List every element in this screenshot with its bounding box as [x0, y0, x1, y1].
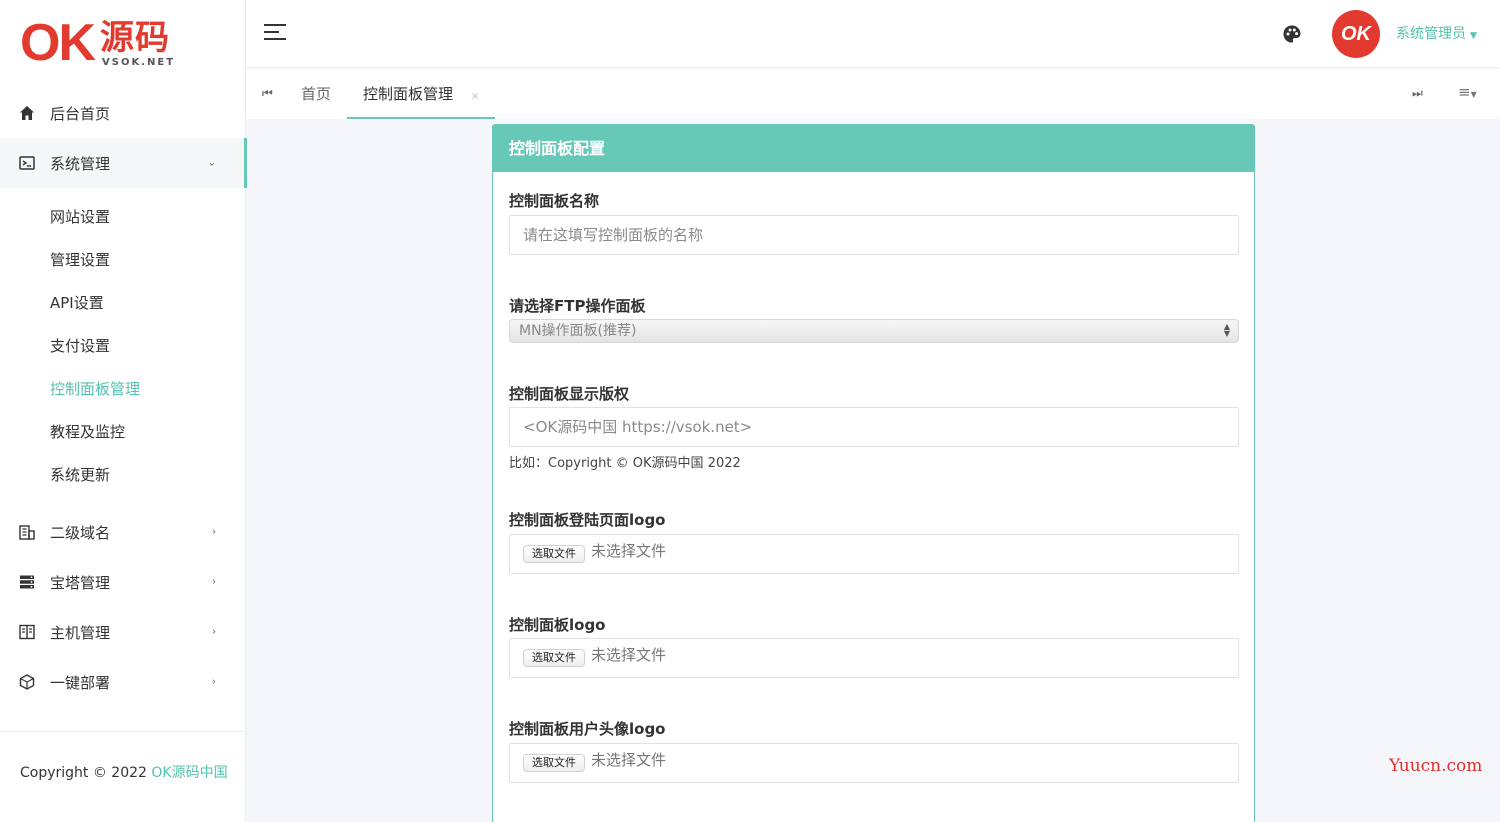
logo-subtitle: VSOK.NET	[102, 57, 176, 68]
sidebar-subitem-panel-management[interactable]: 控制面板管理	[0, 368, 246, 411]
copyright-label: 控制面板显示版权	[509, 385, 630, 403]
panel-title: 控制面板配置	[493, 125, 1254, 172]
avatar-logo-label: 控制面板用户头像logo	[509, 720, 666, 738]
terminal-icon	[18, 154, 36, 172]
panel-name-label: 控制面板名称	[509, 192, 600, 210]
sidebar-item-label: 系统管理	[50, 154, 111, 173]
sidebar-subitem-tutorial-monitor[interactable]: 教程及监控	[0, 411, 246, 454]
sidebar: OK 源码 VSOK.NET 后台首页 系统管理 ⌄ 网站设置 管理设置 API…	[0, 0, 247, 822]
file-status: 未选择文件	[591, 646, 667, 664]
menu-toggle-icon[interactable]	[264, 24, 286, 42]
ftp-panel-selected: MN操作面板(推荐)	[519, 323, 637, 339]
sidebar-subitem-payment-settings[interactable]: 支付设置	[0, 325, 246, 368]
caret-down-icon: ▼	[1470, 31, 1477, 41]
sidebar-item-host[interactable]: 主机管理 ›	[0, 607, 246, 657]
top-header: OK 系统管理员 ▼	[246, 0, 1500, 68]
chevron-right-icon: ›	[212, 626, 216, 638]
choose-file-button[interactable]: 选取文件	[523, 754, 585, 772]
building-icon	[18, 523, 36, 541]
sidebar-nav: 后台首页 系统管理 ⌄ 网站设置 管理设置 API设置 支付设置 控制面板管理 …	[0, 88, 247, 707]
sidebar-item-baota[interactable]: 宝塔管理 ›	[0, 557, 246, 607]
login-logo-label: 控制面板登陆页面logo	[509, 511, 666, 529]
choose-file-button[interactable]: 选取文件	[523, 545, 585, 563]
panel-config-card: 控制面板配置 控制面板名称 请在这填写控制面板的名称 请选择FTP操作面板 MN…	[492, 124, 1255, 822]
chevron-right-icon: ›	[212, 676, 216, 688]
sidebar-item-subdomain[interactable]: 二级域名 ›	[0, 507, 246, 557]
avatar-logo-file-input[interactable]: 选取文件 未选择文件	[509, 743, 1239, 783]
chevron-down-icon: ⌄	[207, 157, 216, 169]
home-icon	[18, 104, 36, 122]
login-logo-file-input[interactable]: 选取文件 未选择文件	[509, 534, 1239, 574]
sidebar-item-home[interactable]: 后台首页	[0, 88, 246, 138]
sidebar-subitem-admin-settings[interactable]: 管理设置	[0, 239, 246, 282]
panel-logo-file-input[interactable]: 选取文件 未选择文件	[509, 638, 1239, 678]
close-icon[interactable]: ×	[471, 91, 479, 102]
host-icon	[18, 623, 36, 641]
site-logo[interactable]: OK 源码 VSOK.NET	[20, 14, 176, 72]
tab-bar: ⏮ 首页 控制面板管理 × ⏭ ≡▼	[246, 69, 1500, 119]
file-status: 未选择文件	[591, 542, 667, 560]
watermark: Yuucn.com	[1389, 756, 1483, 776]
tab-home[interactable]: 首页	[301, 69, 331, 119]
tab-panel-management[interactable]: 控制面板管理 ×	[347, 69, 495, 119]
select-arrows-icon: ▲ ▼	[1223, 322, 1230, 338]
ftp-panel-select[interactable]: MN操作面板(推荐) ▲ ▼	[509, 319, 1239, 343]
tabs-menu-icon[interactable]: ≡▼	[1458, 83, 1477, 101]
sidebar-footer: Copyright © 2022 OK源码中国	[0, 731, 246, 822]
tab-label: 控制面板管理	[363, 85, 454, 103]
sidebar-item-label: 宝塔管理	[50, 573, 111, 592]
panel-name-input[interactable]: 请在这填写控制面板的名称	[509, 215, 1239, 255]
sidebar-item-label: 一键部署	[50, 673, 111, 692]
cube-icon	[18, 673, 36, 691]
sidebar-subitem-api-settings[interactable]: API设置	[0, 282, 246, 325]
sidebar-item-deploy[interactable]: 一键部署 ›	[0, 657, 246, 707]
user-name: 系统管理员	[1396, 26, 1466, 42]
palette-icon[interactable]	[1282, 24, 1302, 44]
logo-name: 源码	[100, 18, 170, 58]
server-icon	[18, 573, 36, 591]
user-menu[interactable]: 系统管理员 ▼	[1396, 23, 1477, 43]
copyright-hint: 比如：Copyright © OK源码中国 2022	[509, 456, 741, 471]
copyright-input[interactable]: <OK源码中国 https://vsok.net>	[509, 407, 1239, 447]
sidebar-submenu: 网站设置 管理设置 API设置 支付设置 控制面板管理 教程及监控 系统更新	[0, 188, 246, 507]
sidebar-subitem-system-update[interactable]: 系统更新	[0, 454, 246, 497]
sidebar-item-system[interactable]: 系统管理 ⌄	[0, 138, 247, 188]
tabs-scroll-left-icon[interactable]: ⏮	[262, 86, 273, 101]
sidebar-item-label: 后台首页	[50, 104, 111, 123]
panel-logo-label: 控制面板logo	[509, 616, 606, 634]
sidebar-item-label: 主机管理	[50, 623, 111, 642]
file-status: 未选择文件	[591, 751, 667, 769]
choose-file-button[interactable]: 选取文件	[523, 649, 585, 667]
ftp-panel-label: 请选择FTP操作面板	[509, 297, 646, 315]
copyright-brand-link[interactable]: OK源码中国	[151, 765, 227, 781]
sidebar-subitem-website-settings[interactable]: 网站设置	[0, 196, 246, 239]
logo-mark: OK	[20, 14, 96, 72]
chevron-right-icon: ›	[212, 526, 216, 538]
chevron-right-icon: ›	[212, 576, 216, 588]
copyright-text: Copyright © 2022	[20, 765, 152, 781]
avatar[interactable]: OK	[1332, 10, 1380, 58]
sidebar-item-label: 二级域名	[50, 523, 111, 542]
tabs-scroll-right-icon[interactable]: ⏭	[1412, 86, 1423, 101]
